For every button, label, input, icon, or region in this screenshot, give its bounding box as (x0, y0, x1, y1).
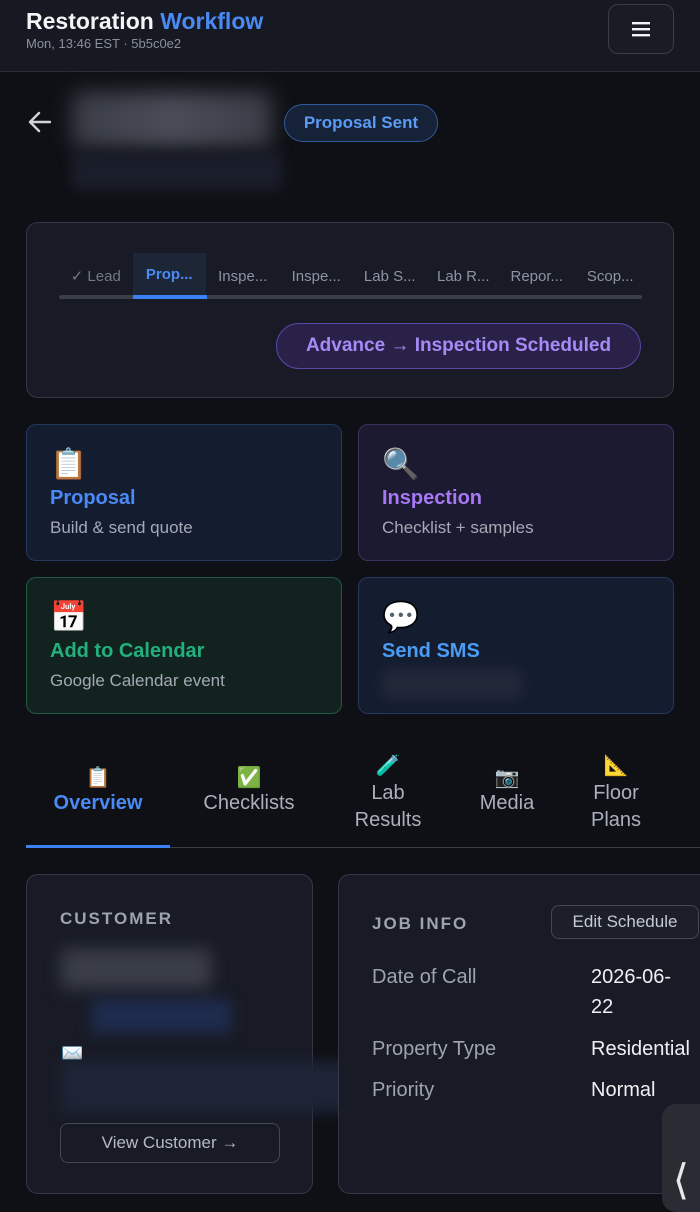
app-title: Restoration Workflow (26, 8, 263, 35)
stage-step[interactable]: Inspe... (280, 253, 354, 299)
clipboard-icon: 📋 (85, 767, 111, 789)
property-type-value: Residential (591, 1038, 690, 1060)
tab-bar: 📋 Overview ✅ Checklists 🧪 Lab Results 📷 … (26, 752, 700, 848)
speech-bubble-icon: 💬 (382, 601, 420, 634)
tab-checklists[interactable]: ✅ Checklists (184, 752, 314, 848)
hamburger-icon (632, 22, 650, 37)
date-of-call-label: Date of Call (372, 966, 477, 988)
camera-icon: 📷 (494, 767, 520, 789)
active-tab-indicator (26, 845, 170, 848)
top-bar: Restoration Workflow Mon, 13:46 EST · 5b… (0, 0, 700, 72)
stage-step[interactable]: Scop... (574, 253, 648, 299)
edit-schedule-button[interactable]: Edit Schedule (551, 905, 699, 939)
status-badge: Proposal Sent (284, 104, 438, 142)
tile-subtitle: Google Calendar event (50, 671, 225, 690)
tile-title: Send SMS (382, 640, 480, 662)
tab-label: Overview (53, 792, 143, 814)
tab-label: Checklists (203, 792, 295, 814)
app-title-accent: Workflow (160, 8, 264, 34)
tile-subtitle: Checklist + samples (382, 518, 534, 537)
stage-step[interactable]: Lab R... (427, 253, 501, 299)
tile-title: Proposal (50, 487, 136, 509)
tab-floor-plans[interactable]: 📐 Floor Plans (574, 752, 658, 848)
date-of-call-value: 2026-06- 22 (591, 966, 672, 1018)
menu-button[interactable] (608, 4, 674, 54)
tile-title: Inspection (382, 487, 483, 509)
customer-card: CUSTOMER ✉️ View Customer → (26, 874, 401, 1194)
tab-label: Floor Plans (590, 782, 642, 831)
job-info-card: JOB INFO Edit Schedule Date of Call 2026… (338, 874, 700, 1194)
redacted-phone (382, 669, 522, 699)
stage-list: ✓ Lead Prop... Inspe... Inspe... Lab S..… (59, 253, 647, 301)
clipboard-icon: 📋 (50, 448, 88, 481)
pipeline-card: ✓ Lead Prop... Inspe... Inspe... Lab S..… (26, 222, 674, 398)
stage-step[interactable]: ✓ Lead (59, 253, 133, 299)
tile-title: Add to Calendar (50, 640, 205, 662)
stage-progress-track (59, 295, 642, 299)
test-tube-icon: 🧪 (375, 755, 401, 777)
stage-step[interactable]: Lab S... (353, 253, 427, 299)
view-customer-button[interactable]: View Customer → (60, 1123, 280, 1163)
redacted-customer-phone (91, 999, 231, 1033)
tab-label: Media (479, 792, 535, 814)
inspection-tile[interactable]: 🔍 Inspection Checklist + samples (358, 424, 674, 561)
side-drawer-handle[interactable]: ⟨ (662, 1104, 700, 1212)
stage-step[interactable]: Repor... (500, 253, 574, 299)
priority-label: Priority (372, 1079, 435, 1101)
job-info-section-label: JOB INFO (372, 914, 469, 933)
app-title-primary: Restoration (26, 8, 154, 34)
tab-lab-results[interactable]: 🧪 Lab Results (338, 752, 438, 848)
send-sms-tile[interactable]: 💬 Send SMS (358, 577, 674, 714)
redacted-customer-name (61, 949, 211, 989)
redacted-job-address (72, 152, 282, 190)
stage-step[interactable]: Prop... (132, 253, 206, 299)
customer-section-label: CUSTOMER (60, 909, 173, 928)
property-type-label: Property Type (372, 1038, 497, 1060)
build-info: Mon, 13:46 EST · 5b5c0e2 (26, 36, 182, 51)
tab-media[interactable]: 📷 Media (462, 752, 552, 848)
tab-label: Lab Results (354, 782, 422, 831)
calendar-icon: 📅 (50, 601, 88, 634)
proposal-tile[interactable]: 📋 Proposal Build & send quote (26, 424, 342, 561)
back-arrow-icon[interactable] (26, 108, 54, 136)
chevron-left-icon: ⟨ (672, 1156, 690, 1203)
advance-stage-button[interactable]: Advance → Inspection Scheduled (276, 323, 641, 369)
stage-step[interactable]: Inspe... (206, 253, 280, 299)
priority-value: Normal (591, 1079, 656, 1101)
tile-subtitle: Build & send quote (50, 518, 193, 537)
triangle-ruler-icon: 📐 (603, 755, 629, 777)
magnifier-icon: 🔍 (382, 448, 420, 481)
stage-progress-fill (133, 295, 207, 299)
redacted-job-name (72, 92, 272, 148)
add-to-calendar-tile[interactable]: 📅 Add to Calendar Google Calendar event (26, 577, 342, 714)
checkmark-icon: ✅ (236, 767, 262, 789)
tab-overview[interactable]: 📋 Overview (26, 752, 170, 848)
